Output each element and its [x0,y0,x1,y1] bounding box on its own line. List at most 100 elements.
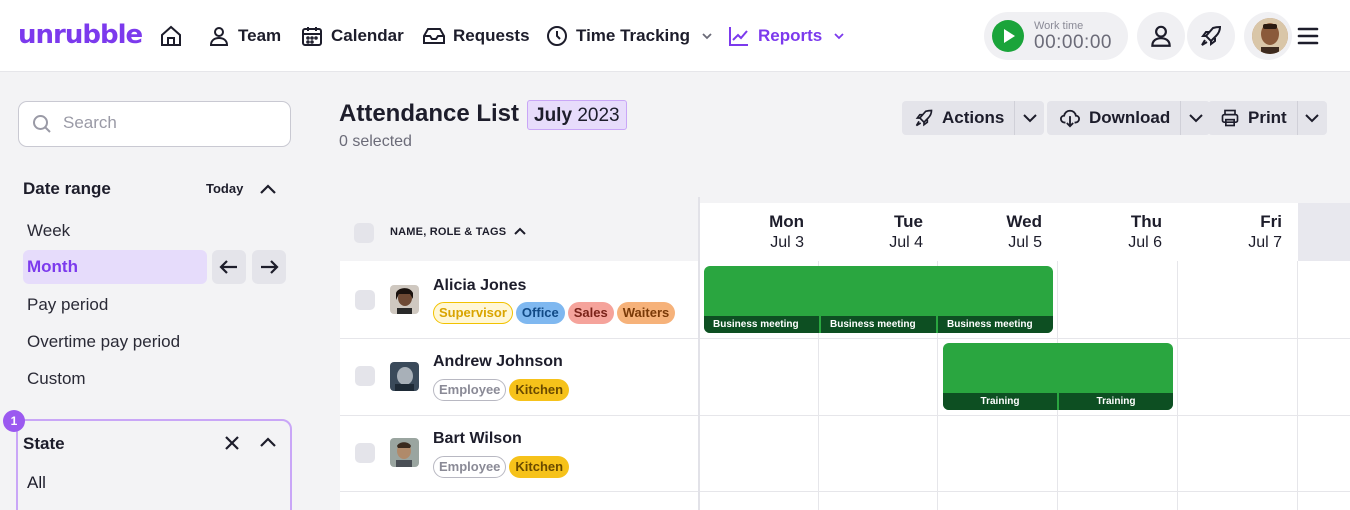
day-name: Thu [1130,212,1162,231]
row-divider [340,338,1350,339]
range-option-custom[interactable]: Custom [27,369,86,389]
chevron-up-icon[interactable] [259,434,277,450]
print-dropdown[interactable] [1296,101,1327,135]
download-label: Download [1089,108,1171,127]
sort-ascending-icon [513,227,526,235]
search-box[interactable] [18,101,291,147]
next-period-button[interactable] [252,250,286,284]
top-bar: unrubble Team Calendar Requests Time Tra… [0,0,1350,72]
chevron-down-icon [1305,114,1319,123]
profile-button[interactable] [1137,12,1185,60]
page-title: Attendance List [339,100,520,127]
arrow-right-icon [261,260,279,274]
shift-label: Business meeting [947,319,1033,330]
nav-reports-label: Reports [758,26,823,45]
shift-block-business-meeting[interactable]: Business meeting Business meeting Busine… [704,266,1053,333]
day-date: Jul 7 [1248,234,1282,251]
range-option-overtime-pay-period[interactable]: Overtime pay period [27,332,180,352]
month-badge[interactable]: July 2023 [527,100,627,130]
tag-sales: Sales [567,302,614,324]
attendance-table: NAME, ROLE & TAGS Mon Jul 3 Tue Jul 4 Wed J… [340,197,1350,510]
day-header-tue: Tue Jul 4 [819,203,939,261]
cloud-download-icon [1059,109,1081,128]
avatar [390,285,419,314]
play-icon[interactable] [992,20,1024,52]
clock-icon [547,26,567,46]
nav-reports[interactable]: Reports [727,0,846,72]
actions-button[interactable]: Actions [902,101,1045,135]
range-option-month[interactable]: Month [23,250,207,284]
download-dropdown[interactable] [1180,101,1210,135]
home-icon [161,25,181,46]
shift-label: Business meeting [704,316,821,333]
tag-kitchen: Kitchen [509,456,570,478]
menu-icon[interactable] [1296,26,1320,51]
state-value[interactable]: All [27,473,46,493]
range-option-pay-period[interactable]: Pay period [27,295,108,315]
name-column-header[interactable]: NAME, ROLE & TAGS [390,226,526,238]
search-input[interactable] [63,113,273,133]
row-checkbox[interactable] [355,443,375,463]
rocket-icon [1201,25,1222,46]
tag-list: Supervisor Office Sales Waiters [433,302,676,324]
brand-logo[interactable]: unrubble [18,20,143,50]
calendar-icon [302,27,322,46]
chevron-down-icon [1023,114,1037,123]
range-option-week[interactable]: Week [27,221,70,241]
day-header-wed: Wed Jul 5 [938,203,1058,261]
actions-label: Actions [942,108,1005,127]
print-button[interactable]: Print [1208,101,1327,135]
nav-calendar-label: Calendar [331,26,404,45]
shift-block-training[interactable]: Training Training [943,343,1173,410]
home-button[interactable] [159,0,183,72]
tag-employee: Employee [433,456,507,478]
tag-supervisor: Supervisor [433,302,513,324]
shift-label: Training [1096,396,1136,407]
employee-name[interactable]: Alicia Jones [433,277,526,295]
nav-team[interactable]: Team [207,0,281,72]
day-date: Jul 6 [1128,234,1162,251]
reports-chart-icon [729,27,748,46]
select-all-checkbox[interactable] [354,223,374,243]
filter-sidebar: Date range Today Week Month Pay period O… [0,72,310,510]
day-name: Tue [894,212,923,231]
download-button[interactable]: Download [1047,101,1211,135]
work-time-value: 00:00:00 [1034,32,1112,53]
nav-time-tracking-label: Time Tracking [576,26,691,45]
day-header-fri: Fri Jul 7 [1178,203,1298,261]
printer-icon [1221,109,1239,127]
today-button[interactable]: Today [206,181,243,196]
avatar [390,362,419,391]
state-filter: State All [16,419,292,510]
nav-requests-label: Requests [453,26,530,45]
nav-calendar[interactable]: Calendar [300,0,404,72]
column-splitter[interactable] [698,197,700,510]
requests-icon [423,28,445,44]
row-checkbox[interactable] [355,366,375,386]
row-checkbox[interactable] [355,290,375,310]
previous-period-button[interactable] [212,250,246,284]
day-name: Mon [769,212,804,231]
user-avatar-button[interactable] [1244,12,1292,60]
chevron-up-icon[interactable] [259,181,277,197]
tag-employee: Employee [433,379,507,401]
close-icon[interactable] [224,435,240,451]
shift-label: Business meeting [821,316,938,333]
nav-requests[interactable]: Requests [422,0,530,72]
day-date: Jul 4 [889,234,923,251]
table-header-name-column: NAME, ROLE & TAGS [340,203,698,261]
filter-count-badge: 1 [3,410,25,432]
actions-dropdown[interactable] [1014,101,1044,135]
selection-count: 0 selected [339,133,412,150]
employee-name[interactable]: Andrew Johnson [433,353,563,371]
tag-office: Office [515,302,565,324]
month-year: 2023 [577,105,620,126]
whats-new-button[interactable] [1187,12,1235,60]
row-divider [340,415,1350,416]
grid-line [1297,261,1298,510]
search-icon [33,115,51,133]
employee-name[interactable]: Bart Wilson [433,430,522,448]
day-date: Jul 3 [770,234,804,251]
work-time-label: Work time [1034,20,1084,32]
nav-time-tracking[interactable]: Time Tracking [545,0,714,72]
